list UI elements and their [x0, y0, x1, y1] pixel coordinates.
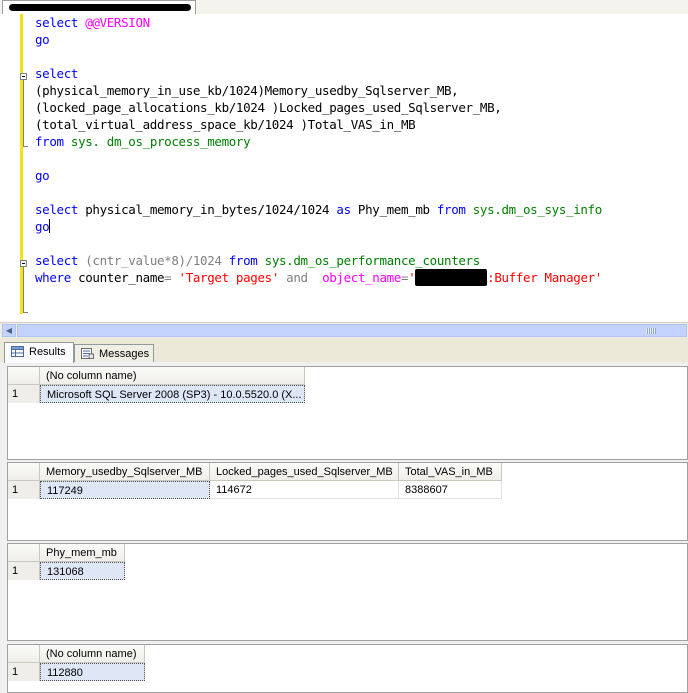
grid-cell[interactable]: 112880 [40, 663, 145, 681]
grid-cell[interactable]: 117249 [40, 481, 210, 499]
keyword: select [35, 15, 86, 30]
grip-icon [646, 328, 656, 334]
code-line-13: go [35, 218, 51, 235]
grid-corner [8, 544, 40, 562]
grid-corner [8, 367, 40, 385]
result-grid-2[interactable]: Memory_usedby_Sqlserver_MB Locked_pages_… [7, 462, 688, 541]
code-line-1: select @@VERSION [35, 14, 150, 31]
column-header[interactable]: Total_VAS_in_MB [399, 463, 502, 481]
code-line-8: from sys. dm_os_process_memory [35, 133, 251, 150]
system-object: sys.dm_os_sys_info [472, 202, 603, 217]
code-line-12: select physical_memory_in_bytes/1024/102… [35, 201, 602, 218]
code-area[interactable]: select @@VERSION go select (physical_mem… [24, 14, 688, 322]
grid-corner [8, 645, 40, 663]
results-pane: (No column name) 1 Microsoft SQL Server … [0, 362, 688, 693]
code-line-4: select [35, 66, 79, 81]
string-literal: ' [408, 270, 416, 285]
grid-corner [8, 463, 40, 481]
query-editor[interactable]: select @@VERSION go select (physical_mem… [0, 14, 688, 322]
code-line-2: go [35, 32, 50, 47]
tab-messages-label: Messages [99, 348, 150, 360]
keyword: select [35, 202, 86, 217]
system-function: object_name [322, 270, 402, 285]
operator: = [164, 270, 179, 285]
text-cursor [49, 219, 51, 233]
code-line-16: where counter_name= 'Target pages' and o… [35, 269, 602, 286]
result-grid-3[interactable]: Phy_mem_mb 1 131068 [7, 543, 688, 641]
keyword: where [35, 270, 79, 285]
result-grid-1[interactable]: (No column name) 1 Microsoft SQL Server … [7, 366, 688, 460]
redacted-text: MSSQL$XXXX [415, 269, 488, 286]
grid-cell[interactable]: 131068 [40, 562, 125, 580]
query-document-tab[interactable] [2, 0, 196, 14]
grid-cell[interactable]: 8388607 [399, 481, 502, 499]
column-header[interactable]: Memory_usedby_Sqlserver_MB [40, 463, 210, 481]
string-literal: 'Target pages' [178, 270, 280, 285]
column-header[interactable]: Locked_pages_used_Sqlserver_MB [210, 463, 399, 481]
code-line-6: (locked_page_allocations_kb/1024 )Locked… [35, 100, 502, 115]
keyword: from [228, 253, 265, 268]
code-line-7: (total_virtual_address_space_kb/1024 )To… [35, 117, 416, 132]
scroll-left-icon[interactable]: ◀ [2, 324, 16, 337]
keyword: as [336, 202, 358, 217]
system-object: sys. dm_os_process_memory [70, 134, 251, 149]
code-line-10: go [35, 168, 50, 183]
document-tab-strip [0, 0, 688, 15]
operator: and [279, 270, 315, 285]
tab-results-label: Results [29, 346, 66, 358]
messages-icon [81, 348, 94, 359]
keyword: from [436, 202, 473, 217]
horizontal-scrollbar[interactable]: ◀ [0, 322, 688, 338]
column-header[interactable]: (No column name) [40, 367, 305, 385]
system-object: sys.dm_os_performance_counters [264, 253, 481, 268]
expression: (cntr_value*8)/1024 [85, 253, 229, 268]
redacted-tab-title [9, 4, 191, 11]
results-tab-strip: Results Messages [0, 338, 688, 363]
keyword: select [35, 253, 86, 268]
row-header[interactable]: 1 [8, 385, 40, 403]
tab-messages[interactable]: Messages [74, 344, 154, 362]
column-header[interactable]: (No column name) [40, 645, 145, 663]
row-header[interactable]: 1 [8, 481, 40, 499]
column-header[interactable]: Phy_mem_mb [40, 544, 125, 562]
string-literal: :Buffer Manager' [487, 270, 602, 285]
column-name: counter_name [78, 270, 165, 285]
keyword: from [35, 134, 71, 149]
expression: physical_memory_in_bytes/1024/1024 [85, 202, 337, 217]
alias: Phy_mem_mb [357, 202, 437, 217]
tab-results[interactable]: Results [4, 342, 74, 363]
grid-icon [11, 346, 24, 357]
code-line-15: select (cntr_value*8)/1024 from sys.dm_o… [35, 252, 480, 269]
keyword: go [35, 219, 50, 234]
grid-cell[interactable]: 114672 [210, 481, 399, 499]
grid-cell[interactable]: Microsoft SQL Server 2008 (SP3) - 10.0.5… [40, 385, 305, 403]
result-grid-4[interactable]: (No column name) 1 112880 [7, 644, 688, 693]
scrollbar-thumb[interactable] [17, 324, 687, 337]
row-header[interactable]: 1 [8, 663, 40, 681]
system-function: @@VERSION [85, 15, 150, 30]
row-header[interactable]: 1 [8, 562, 40, 580]
selection-margin[interactable] [0, 14, 20, 322]
code-line-5: (physical_memory_in_use_kb/1024)Memory_u… [35, 83, 459, 98]
